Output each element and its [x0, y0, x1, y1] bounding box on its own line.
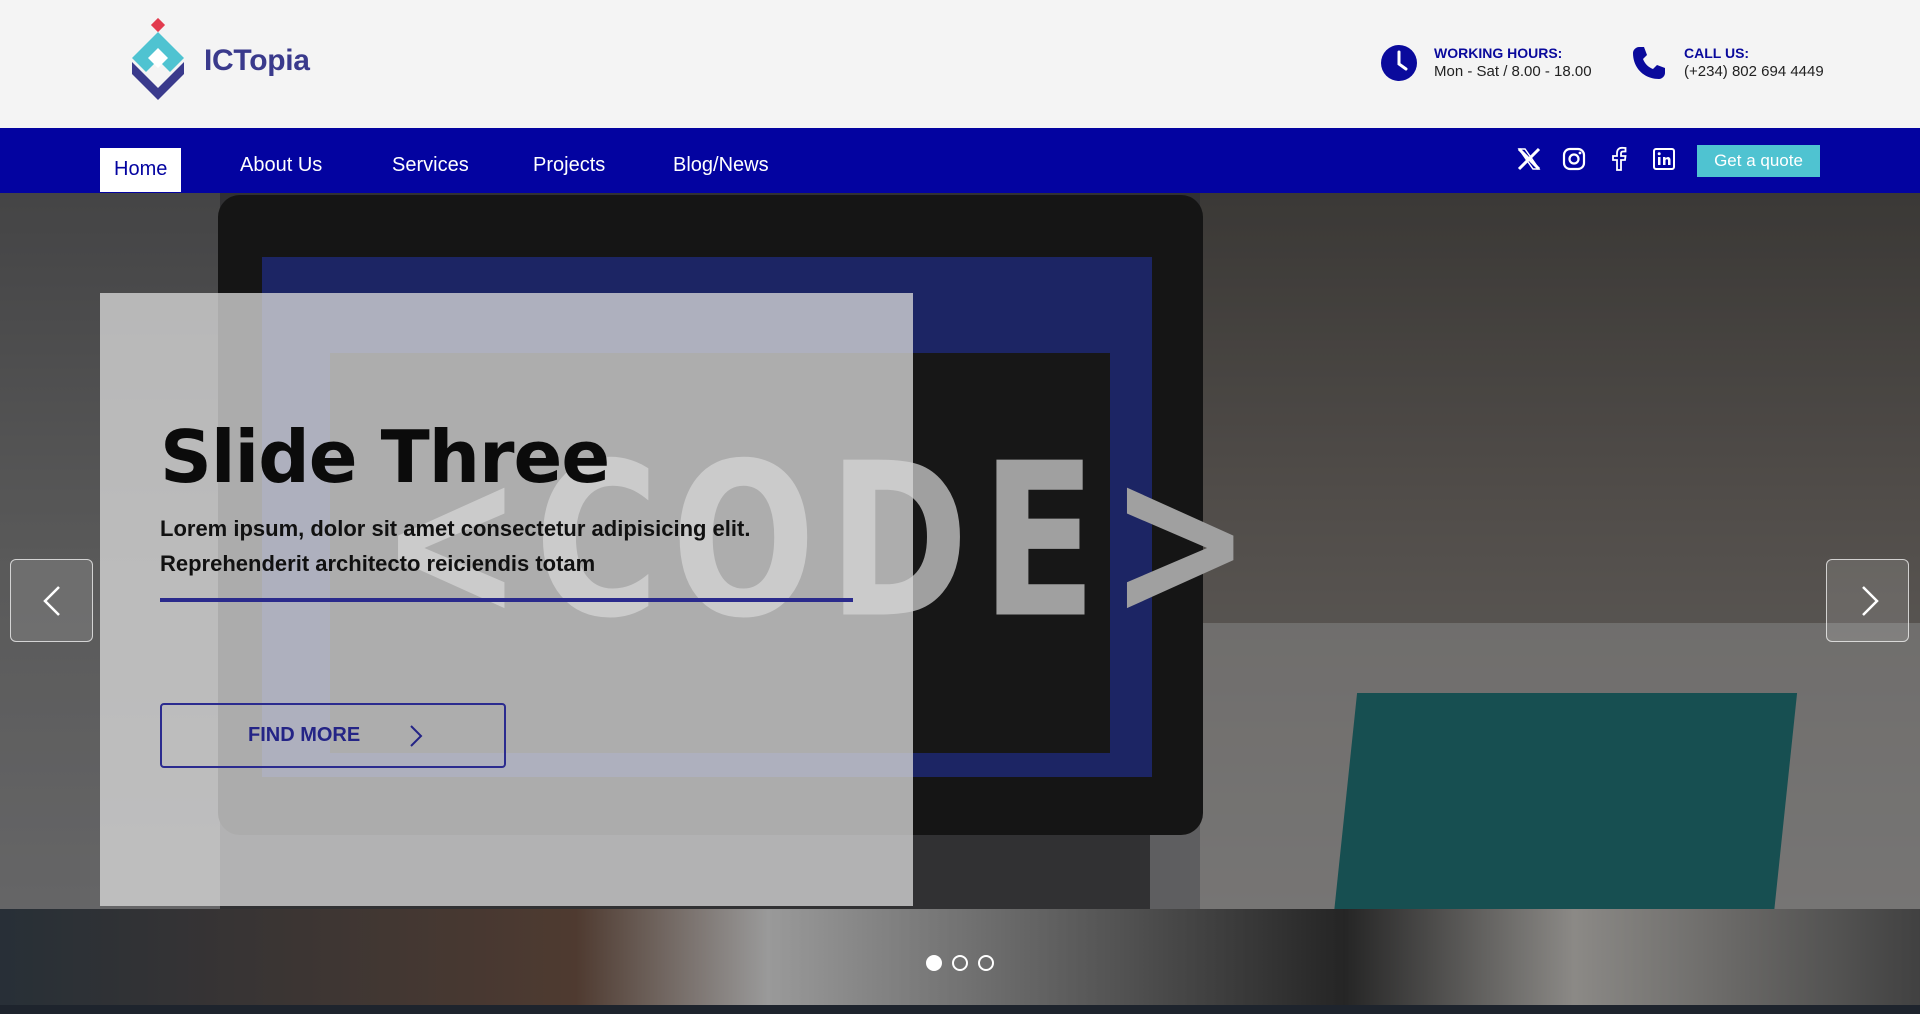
slide-title: Slide Three	[160, 415, 610, 499]
previous-slide-button[interactable]	[10, 559, 93, 642]
phone-number[interactable]: (+234) 802 694 4449	[1684, 62, 1824, 82]
slide-indicator-3[interactable]	[978, 955, 994, 971]
instagram-icon[interactable]	[1561, 146, 1587, 172]
logo-icon	[132, 18, 184, 100]
find-more-button[interactable]: FIND MORE	[160, 703, 506, 768]
logo-text: ICTopia	[204, 44, 310, 77]
call-us-label: CALL US:	[1684, 45, 1750, 61]
facebook-icon[interactable]	[1606, 146, 1632, 172]
nav-item-services[interactable]: Services	[378, 152, 483, 196]
linkedin-icon[interactable]	[1651, 146, 1677, 172]
phone-icon	[1633, 47, 1665, 79]
slide-indicator-1[interactable]	[926, 955, 942, 971]
hero-slider: <CODE> Slide Three Lorem ipsum, dolor si…	[0, 193, 1920, 1014]
find-more-label: FIND MORE	[248, 724, 361, 746]
top-header: ICTopia WORKING HOURS: Mon - Sat / 8.00 …	[0, 0, 1920, 128]
call-us: CALL US: (+234) 802 694 4449	[1630, 44, 1824, 82]
nav-item-about-us[interactable]: About Us	[226, 152, 336, 196]
get-a-quote-button[interactable]: Get a quote	[1697, 145, 1820, 177]
nav-item-blog-news[interactable]: Blog/News	[659, 152, 783, 196]
main-navbar: Home About Us Services Projects Blog/New…	[0, 128, 1920, 193]
nav-item-home[interactable]: Home	[100, 148, 182, 192]
next-slide-button[interactable]	[1826, 559, 1909, 642]
logo[interactable]: ICTopia	[118, 18, 310, 104]
working-hours-label: WORKING HOURS:	[1434, 45, 1563, 61]
slide-caption-box: Slide Three Lorem ipsum, dolor sit amet …	[100, 293, 913, 906]
x-icon[interactable]	[1516, 146, 1542, 172]
chevron-right-icon	[1862, 586, 1879, 616]
slide-indicators	[926, 955, 994, 971]
working-hours-value: Mon - Sat / 8.00 - 18.00	[1434, 63, 1592, 80]
clock-icon	[1381, 45, 1417, 81]
slide-text: Lorem ipsum, dolor sit amet consectetur …	[160, 516, 751, 576]
slide-indicator-2[interactable]	[952, 955, 968, 971]
nav-item-projects[interactable]: Projects	[519, 152, 619, 196]
chevron-right-icon	[410, 725, 423, 747]
working-hours: WORKING HOURS: Mon - Sat / 8.00 - 18.00	[1380, 44, 1592, 82]
divider	[160, 598, 853, 602]
chevron-left-icon	[43, 586, 60, 616]
